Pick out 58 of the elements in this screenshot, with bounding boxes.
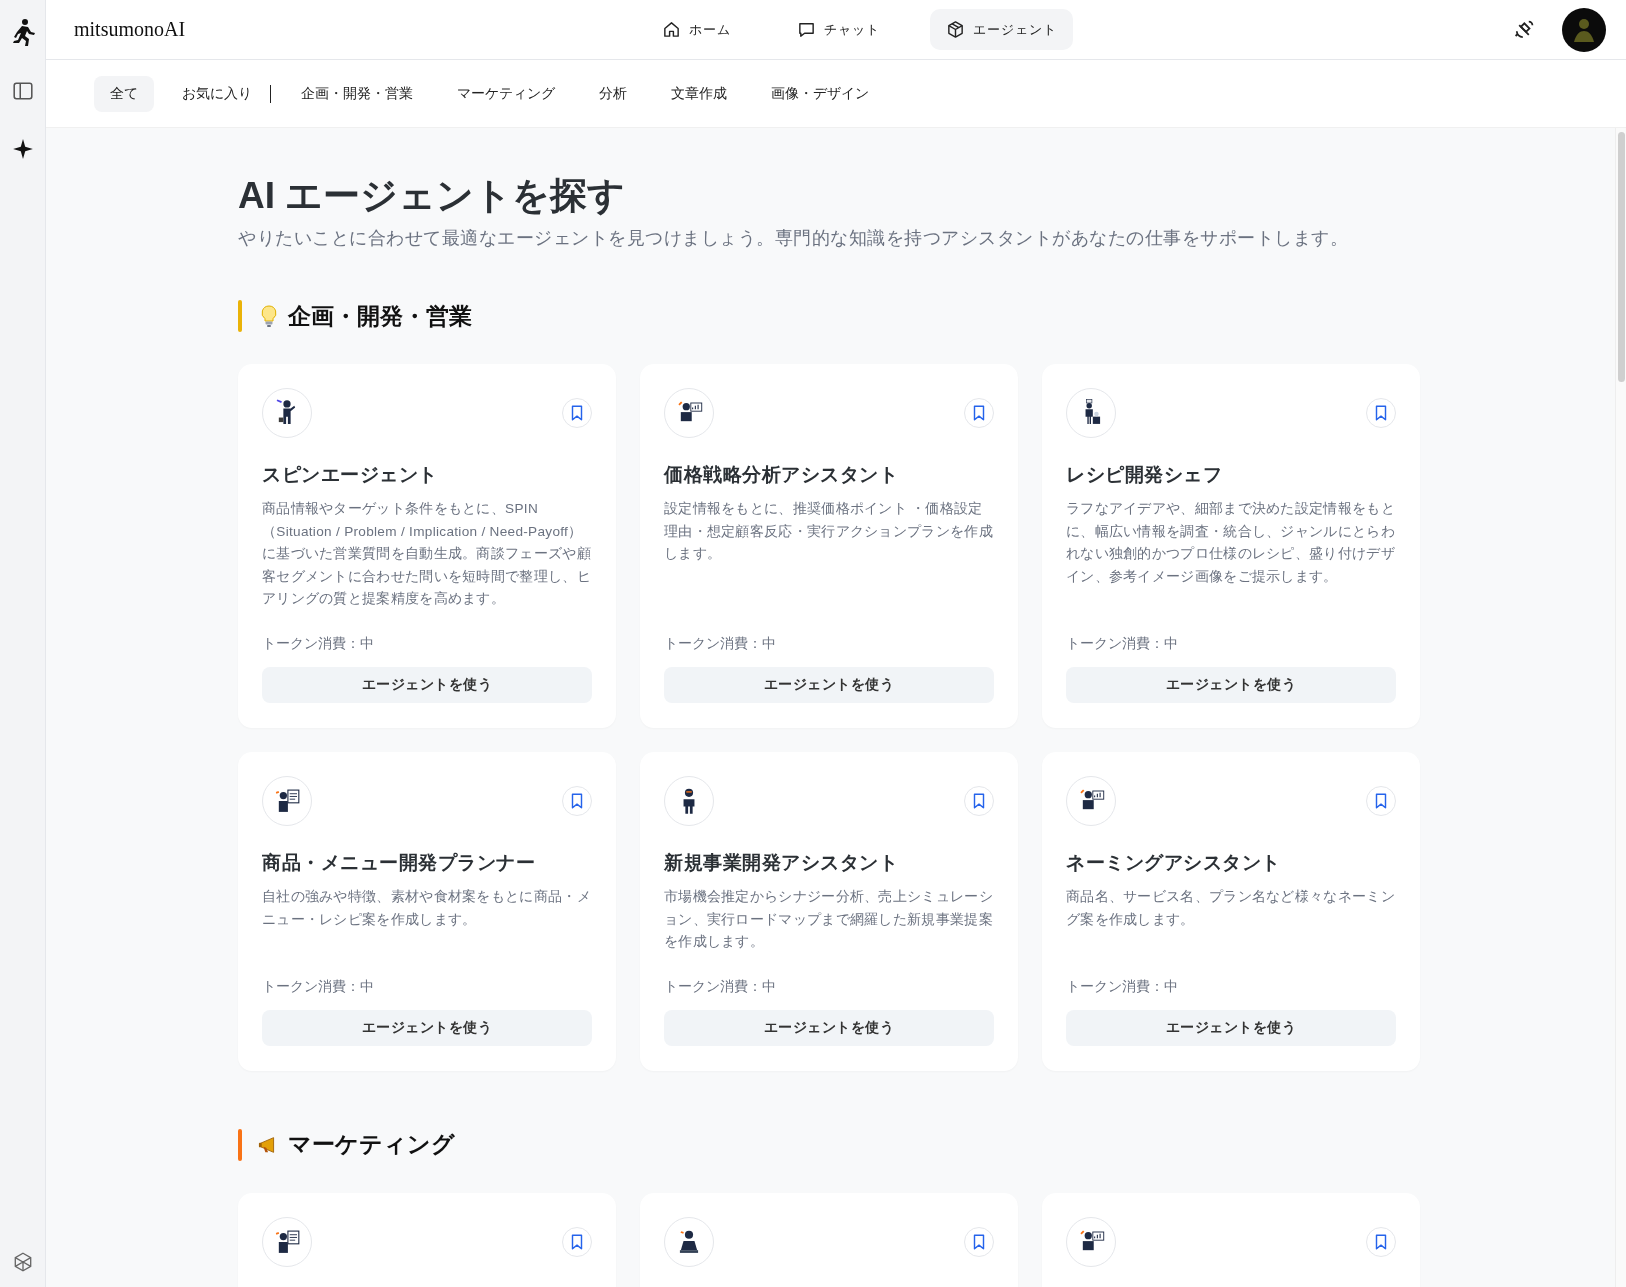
bookmark-button[interactable] bbox=[1366, 398, 1396, 428]
bookmark-button[interactable] bbox=[964, 785, 994, 816]
nav-tab[interactable]: ホーム bbox=[646, 9, 747, 50]
use-agent-button[interactable]: エージェントを使う bbox=[664, 1009, 994, 1046]
cube-icon bbox=[946, 20, 965, 39]
section-title: マーケティング bbox=[288, 1130, 455, 1160]
filter-tab[interactable]: 画像・デザイン bbox=[755, 75, 885, 112]
use-agent-button[interactable]: エージェントを使う bbox=[262, 666, 592, 703]
agent-avatar bbox=[262, 388, 312, 438]
filter-tab[interactable]: 全て bbox=[94, 75, 154, 112]
bookmark-button[interactable] bbox=[964, 1226, 994, 1257]
use-agent-button[interactable]: エージェントを使う bbox=[1066, 1009, 1396, 1046]
use-agent-button[interactable]: エージェントを使う bbox=[262, 1009, 592, 1046]
scrollbar[interactable] bbox=[1615, 128, 1626, 1287]
token-usage: トークン消費：中 bbox=[664, 634, 777, 653]
filter-tab[interactable]: お気に入り bbox=[166, 75, 268, 112]
agent-description: 自社の強みや特徴、素材や食材案をもとに商品・メニュー・レシピ案を作成します。 bbox=[262, 887, 592, 929]
filter-tab[interactable]: マーケティング bbox=[441, 75, 571, 112]
token-usage: トークン消費：中 bbox=[262, 977, 375, 996]
sidebar-panel-icon[interactable] bbox=[11, 80, 34, 102]
bookmark-button[interactable] bbox=[562, 1226, 592, 1257]
agent-description: 商品名、サービス名、プラン名など様々なネーミング案を作成します。 bbox=[1066, 887, 1396, 929]
user-avatar[interactable] bbox=[1562, 7, 1606, 52]
agent-description: ラフなアイデアや、細部まで決めた設定情報をもとに、幅広い情報を調査・統合し、ジャンルにとらわれない独創的かつプロ仕様のレシピ、盛り付けデザイン、参考イメージ画像をご提示します。 bbox=[1066, 500, 1396, 586]
token-usage: トークン消費：中 bbox=[1066, 977, 1179, 996]
filter-tab[interactable]: 分析 bbox=[583, 75, 643, 112]
token-usage: トークン消費：中 bbox=[664, 977, 777, 996]
bookmark-button[interactable] bbox=[562, 785, 592, 816]
agent-description: 設定情報をもとに、推奨価格ポイント ・価格設定理由・想定顧客反応・実行アクションプランを作成します。 bbox=[664, 500, 994, 564]
bookmark-button[interactable] bbox=[1366, 1226, 1396, 1257]
agent-name: 新規事業開発アシスタント bbox=[664, 850, 899, 875]
nav-tab[interactable]: チャット bbox=[781, 9, 896, 50]
page-subtitle: やりたいことに合わせて最適なエージェントを見つけましょう。専門的な知識を持つアシスタントがあなたの仕事をサポートします。 bbox=[238, 227, 1349, 250]
use-agent-button[interactable]: エージェントを使う bbox=[664, 666, 994, 703]
chat-icon bbox=[797, 20, 816, 39]
filter-tab[interactable]: 企画・開発・営業 bbox=[285, 75, 429, 112]
home-icon bbox=[662, 20, 681, 39]
bookmark-button[interactable] bbox=[1366, 785, 1396, 816]
agent-avatar bbox=[664, 388, 714, 438]
nav-tab[interactable]: エージェント bbox=[930, 9, 1073, 50]
token-usage: トークン消費：中 bbox=[1066, 634, 1179, 653]
agent-name: レシピ開発シェフ bbox=[1066, 463, 1223, 487]
agent-name: スピンエージェント bbox=[262, 463, 439, 487]
agent-description: 商品情報やターゲット条件をもとに、SPIN（Situation / Problem / Implication / Need-Payoff）に基づいた営業質問を自動生成。商談フェーズや顧客セグメントに合わせた問いを短時間で整理し、ヒアリングの質と提案精度を高めます。 bbox=[262, 500, 592, 609]
agent-name: 価格戦略分析アシスタント bbox=[664, 463, 899, 487]
agent-name: ネーミングアシスタント bbox=[1066, 850, 1282, 875]
app-name[interactable]: mitsumonoAI bbox=[74, 18, 186, 41]
use-agent-button[interactable]: エージェントを使う bbox=[1066, 666, 1396, 703]
lightbulb-icon bbox=[258, 304, 280, 328]
token-usage: トークン消費：中 bbox=[262, 634, 375, 653]
filter-tab[interactable]: 文章作成 bbox=[655, 75, 743, 112]
bookmark-button[interactable] bbox=[964, 398, 994, 428]
section-title: 企画・開発・営業 bbox=[288, 301, 472, 331]
agent-avatar bbox=[1066, 388, 1116, 438]
bookmark-button[interactable] bbox=[562, 398, 592, 428]
agent-name: 商品・メニュー開発プランナー bbox=[262, 850, 536, 875]
agent-description: 市場機会推定からシナジー分析、売上シミュレーション、実行ロードマップまで網羅した新規事業提案を作成します。 bbox=[664, 887, 994, 952]
page-title: AI エージェントを探す bbox=[238, 174, 627, 218]
